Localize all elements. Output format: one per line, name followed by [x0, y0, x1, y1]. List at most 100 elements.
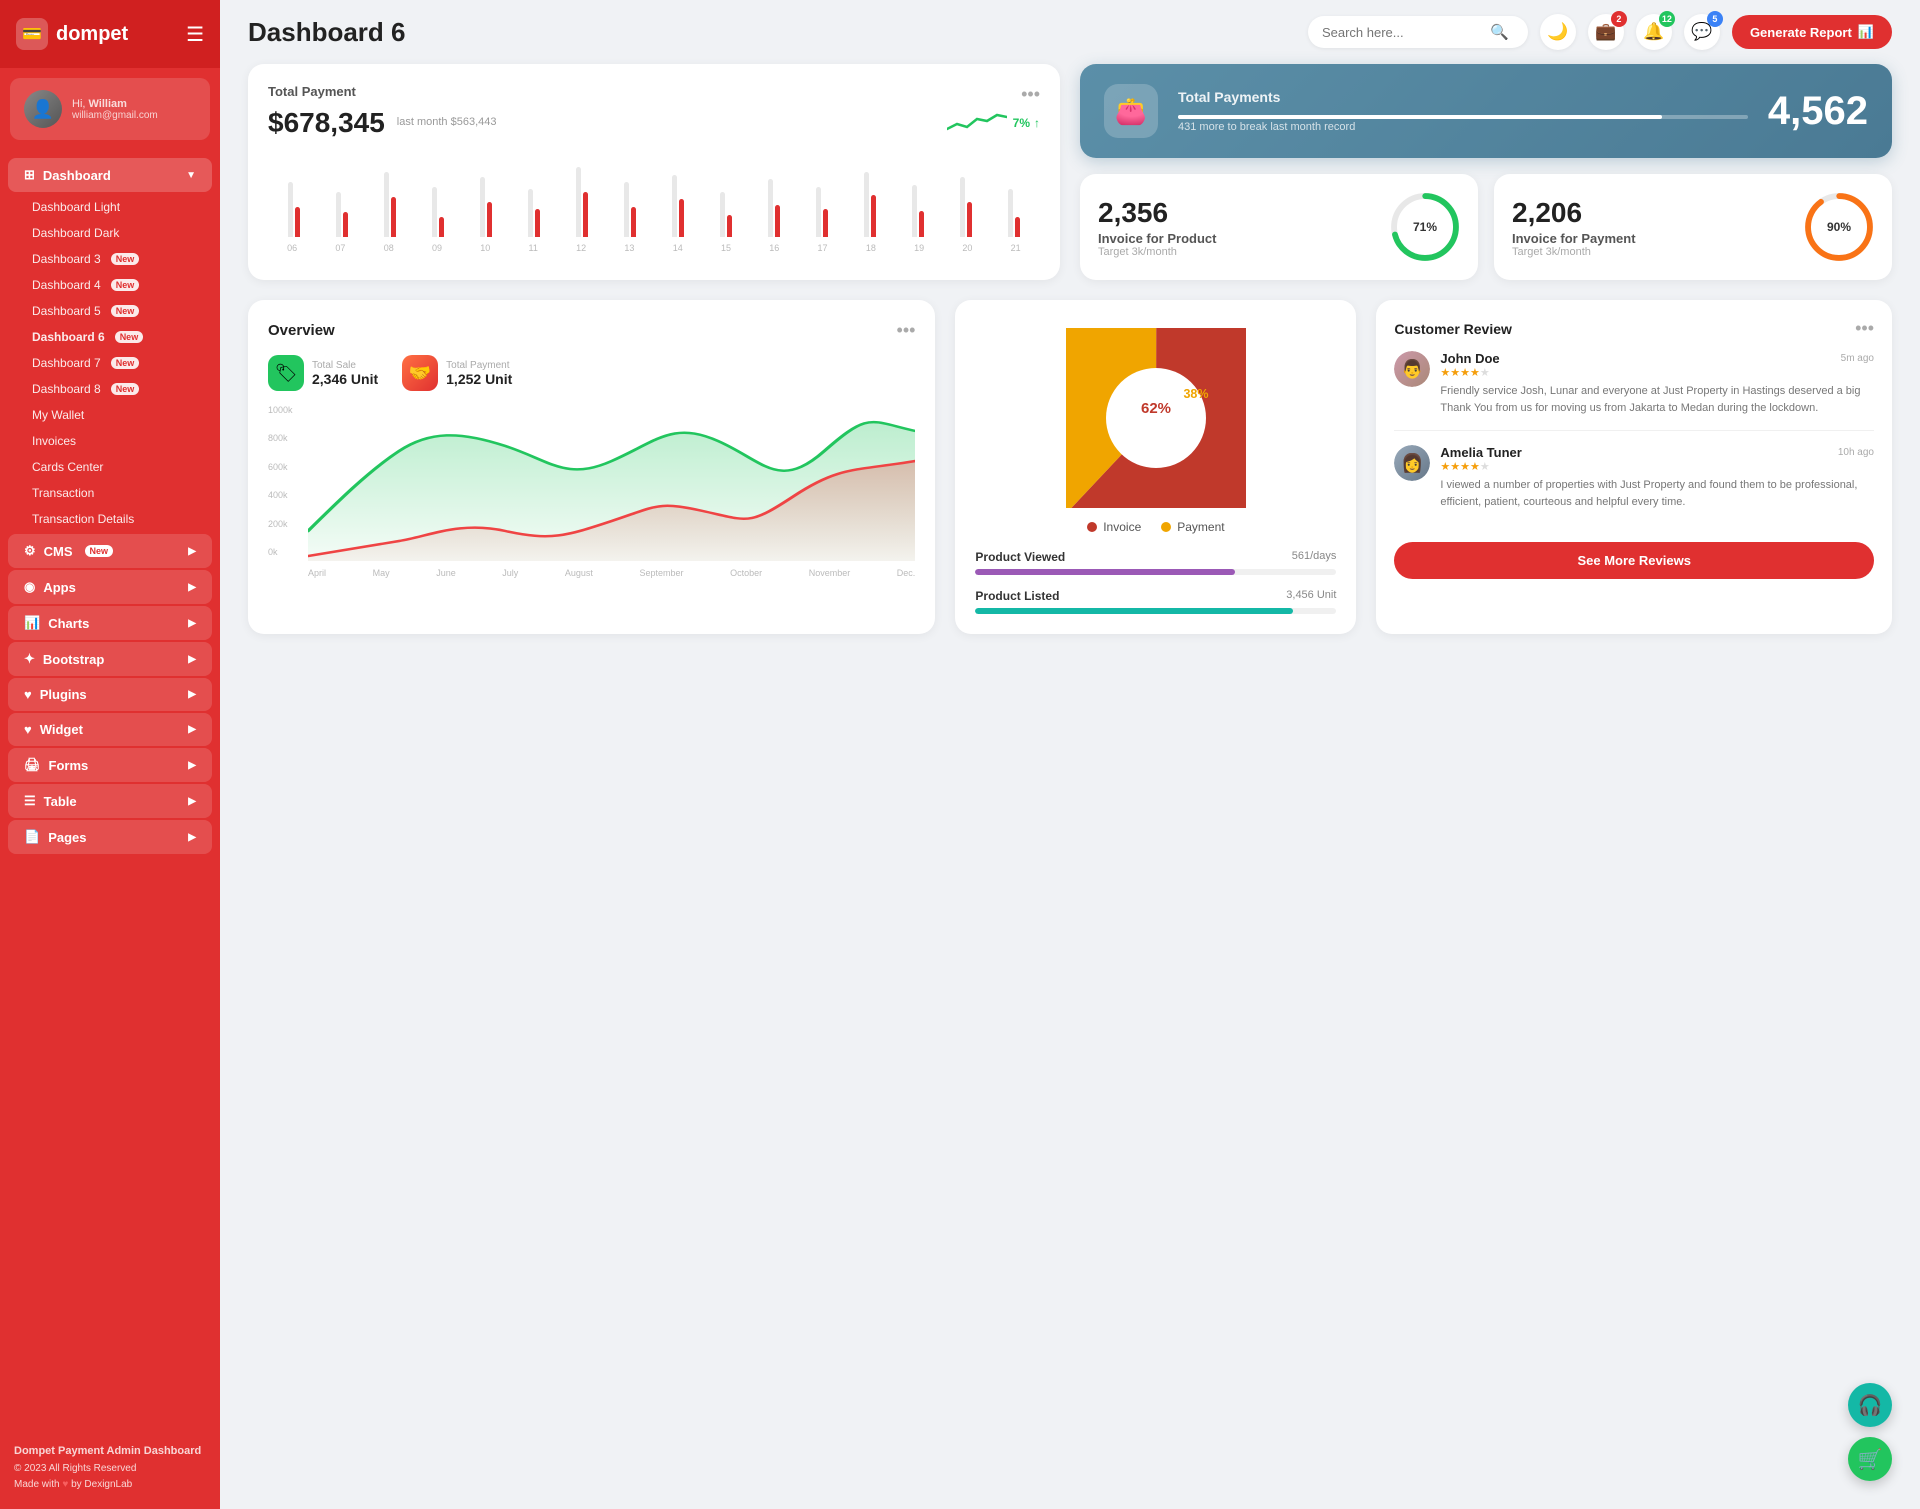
tp-blue-value: 4,562	[1768, 89, 1868, 134]
sidebar-item-transaction-details[interactable]: Transaction Details	[0, 506, 220, 532]
chevron-right-icon: ▶	[188, 689, 196, 700]
bar-gray	[336, 192, 341, 237]
review-menu-dots[interactable]: •••	[1855, 318, 1874, 339]
sidebar-user[interactable]: 👤 Hi, William william@gmail.com	[10, 78, 210, 140]
card-menu-dots[interactable]: •••	[1021, 84, 1040, 105]
bar-group	[320, 192, 363, 237]
invoice-payment-info: 2,206 Invoice for Payment Target 3k/mont…	[1512, 197, 1636, 258]
pie-chart-card: 62% 38% Invoice Payment	[955, 300, 1356, 634]
overview-menu-dots[interactable]: •••	[897, 320, 916, 341]
product-progress-bar	[975, 569, 1336, 575]
bar-red	[535, 209, 540, 237]
nav-forms[interactable]: 🖨 Forms ▶	[8, 748, 212, 782]
table-icon: ☰	[24, 793, 36, 809]
card-header: Total Payment $678,345 last month $563,4…	[268, 84, 1040, 141]
review-text-2: I viewed a number of properties with Jus…	[1440, 477, 1874, 510]
review-name-row-2: Amelia Tuner 10h ago	[1440, 445, 1874, 460]
footer-copy: © 2023 All Rights Reserved	[14, 1461, 206, 1477]
nav-cms[interactable]: ⚙ CMS New ▶	[8, 534, 212, 568]
nav-pages[interactable]: 📄 Pages ▶	[8, 820, 212, 854]
chevron-right-icon: ▶	[188, 832, 196, 843]
chat-btn[interactable]: 💬 5	[1684, 14, 1720, 50]
product-stats: Product Viewed 561/days Product Listed 3…	[975, 550, 1336, 614]
bar-x-label: 07	[335, 243, 345, 253]
search-input[interactable]	[1322, 25, 1482, 40]
nav-apps[interactable]: ◉ Apps ▶	[8, 570, 212, 604]
bar-x-label: 21	[1011, 243, 1021, 253]
customer-review-card: Customer Review ••• 👨 John Doe 5m ago	[1376, 300, 1892, 634]
bell-badge: 12	[1659, 11, 1675, 27]
bar-x-label: 10	[480, 243, 490, 253]
sidebar-item-cards-center[interactable]: Cards Center	[0, 454, 220, 480]
bar-gray	[288, 182, 293, 237]
chart-icon: 📊	[1858, 24, 1874, 40]
sidebar-item-dashboard-5[interactable]: Dashboard 5 New	[0, 298, 220, 324]
hamburger-icon[interactable]: ☰	[186, 22, 204, 47]
nav-bootstrap[interactable]: ✦ Bootstrap ▶	[8, 642, 212, 676]
bar-gray	[960, 177, 965, 237]
nav-plugins[interactable]: ♥ Plugins ▶	[8, 678, 212, 711]
nav-dashboard[interactable]: ⊞ Dashboard ▼	[8, 158, 212, 192]
table-label: Table	[44, 794, 77, 809]
bar-red	[439, 217, 444, 237]
sidebar-item-dashboard-8[interactable]: Dashboard 8 New	[0, 376, 220, 402]
wallet-badge: 2	[1611, 11, 1627, 27]
row2: Overview ••• 🏷 Total Sale 2,346 Unit 🤝	[248, 300, 1892, 634]
bar-x-label: 06	[287, 243, 297, 253]
chevron-right-icon: ▶	[188, 654, 196, 665]
nav-table[interactable]: ☰ Table ▶	[8, 784, 212, 818]
nav-widget[interactable]: ♥ Widget ▶	[8, 713, 212, 746]
y-label: 600k	[268, 462, 304, 472]
bar-x-label: 08	[384, 243, 394, 253]
x-label: June	[436, 568, 456, 578]
product-progress-fill	[975, 569, 1235, 575]
x-axis-labels: April May June July August September Oct…	[308, 566, 915, 580]
footer-title: Dompet Payment Admin Dashboard	[14, 1443, 206, 1461]
sidebar-item-invoices[interactable]: Invoices	[0, 428, 220, 454]
bar-gray	[672, 175, 677, 237]
fab-cart[interactable]: 🛒	[1848, 1437, 1892, 1481]
theme-toggle-btn[interactable]: 🌙	[1540, 14, 1576, 50]
see-more-reviews-button[interactable]: See More Reviews	[1394, 542, 1874, 579]
bar-group	[753, 179, 796, 237]
generate-report-button[interactable]: Generate Report 📊	[1732, 15, 1892, 49]
invoice-product-card: 2,356 Invoice for Product Target 3k/mont…	[1080, 174, 1478, 280]
y-label: 1000k	[268, 405, 304, 415]
sidebar-item-dashboard-light[interactable]: Dashboard Light	[0, 194, 220, 220]
sidebar-item-dashboard-6[interactable]: Dashboard 6 New	[0, 324, 220, 350]
sidebar: 💳 dompet ☰ 👤 Hi, William william@gmail.c…	[0, 0, 220, 1509]
sidebar-item-dashboard-4[interactable]: Dashboard 4 New	[0, 272, 220, 298]
area-chart-container: 1000k 800k 600k 400k 200k 0k	[268, 401, 915, 580]
wallet-btn[interactable]: 💼 2	[1588, 14, 1624, 50]
sidebar-item-dashboard-3[interactable]: Dashboard 3 New	[0, 246, 220, 272]
bar-red	[679, 199, 684, 237]
bar-x-label: 17	[818, 243, 828, 253]
fab-support[interactable]: 🎧	[1848, 1383, 1892, 1427]
bar-gray	[864, 172, 869, 237]
sidebar-item-dashboard-7[interactable]: Dashboard 7 New	[0, 350, 220, 376]
star-rating-1: ★★★★★	[1440, 366, 1874, 379]
bar-gray	[768, 179, 773, 237]
sidebar-item-my-wallet[interactable]: My Wallet	[0, 402, 220, 428]
chevron-right-icon: ▶	[188, 796, 196, 807]
card-title-section: Total Payment $678,345 last month $563,4…	[268, 84, 496, 141]
content: Total Payment $678,345 last month $563,4…	[220, 64, 1920, 662]
bar-chart: 06070809101112131415161718192021	[268, 157, 1040, 253]
nav-charts[interactable]: 📊 Charts ▶	[8, 606, 212, 640]
bar-gray	[816, 187, 821, 237]
charts-icon: 📊	[24, 615, 40, 631]
tp-blue-info: Total Payments 431 more to break last mo…	[1178, 89, 1748, 133]
search-box[interactable]: 🔍	[1308, 16, 1528, 48]
sidebar-item-dashboard-dark[interactable]: Dashboard Dark	[0, 220, 220, 246]
dashboard-label: Dashboard	[43, 168, 111, 183]
cart-icon: 🛒	[1858, 1447, 1883, 1472]
sidebar-logo[interactable]: 💳 dompet	[16, 18, 128, 50]
sidebar-nav: ⊞ Dashboard ▼ Dashboard Light Dashboard …	[0, 150, 220, 1429]
star-rating-2: ★★★★★	[1440, 460, 1874, 473]
x-label: October	[730, 568, 762, 578]
review-content-1: John Doe 5m ago ★★★★★ Friendly service J…	[1440, 351, 1874, 416]
bell-btn[interactable]: 🔔 12	[1636, 14, 1672, 50]
sidebar-item-transaction[interactable]: Transaction	[0, 480, 220, 506]
bar-x-label: 19	[914, 243, 924, 253]
moon-icon: 🌙	[1547, 22, 1568, 42]
